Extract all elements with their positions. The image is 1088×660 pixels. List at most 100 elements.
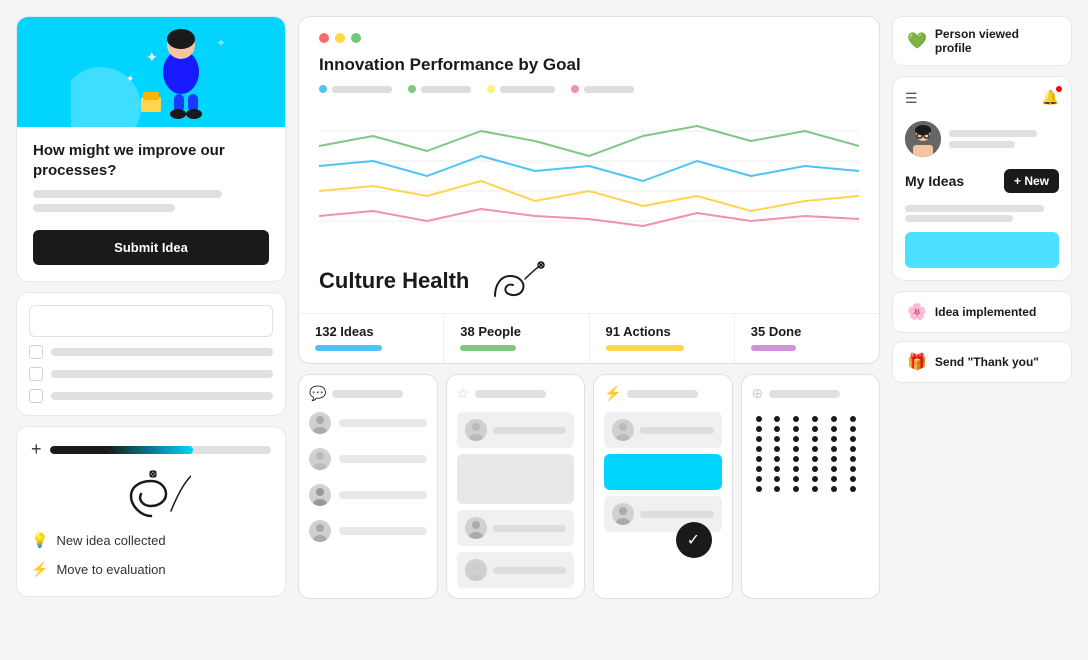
idea-ph-1a xyxy=(905,205,1044,212)
dot-1 xyxy=(756,416,762,422)
dot-18 xyxy=(850,436,856,442)
mini-card-text-2-3 xyxy=(493,567,567,574)
dot-7 xyxy=(756,426,762,432)
avatar-2-3 xyxy=(465,559,487,581)
legend-label-2 xyxy=(421,86,471,93)
avatar-3-2 xyxy=(612,503,634,525)
gift-icon: 🎁 xyxy=(907,352,927,372)
move-eval-label: Move to evaluation xyxy=(56,562,165,577)
center-panel: Innovation Performance by Goal xyxy=(298,16,880,644)
dot-42 xyxy=(850,476,856,482)
legend-dot-4 xyxy=(571,85,579,93)
dot-4 xyxy=(812,416,818,422)
legend-label-1 xyxy=(332,86,392,93)
dot-33 xyxy=(793,466,799,472)
bottom-cards-row: 💬 xyxy=(298,374,880,599)
metric-label-actions: 91 Actions xyxy=(606,324,718,339)
dot-24 xyxy=(850,446,856,452)
thank-you-banner[interactable]: 🎁 Send "Thank you" xyxy=(892,341,1072,383)
dot-39 xyxy=(793,476,799,482)
filter-row-1 xyxy=(29,345,273,359)
bell-container: 🔔 xyxy=(1042,89,1059,107)
dot-27 xyxy=(793,456,799,462)
comment-icon: 💬 xyxy=(309,385,326,402)
chart-area xyxy=(319,101,859,251)
legend-dot-3 xyxy=(487,85,495,93)
dot-41 xyxy=(831,476,837,482)
progress-track xyxy=(50,446,271,454)
dot-13 xyxy=(756,436,762,442)
scribble-area xyxy=(31,466,271,526)
star-icon: ☆ xyxy=(457,385,470,402)
widget-top-bar: ☰ 🔔 xyxy=(905,89,1059,107)
item-text-1-1 xyxy=(339,419,427,427)
progress-bar-container: + xyxy=(31,439,271,460)
filter-label-1 xyxy=(51,348,273,356)
chart-card-inner: Innovation Performance by Goal xyxy=(299,17,879,251)
new-idea-button[interactable]: + New xyxy=(1004,169,1059,193)
mini-card-text-2-2 xyxy=(493,525,567,532)
dot-22 xyxy=(812,446,818,452)
mini-card-2-1 xyxy=(457,412,575,448)
text-placeholder-1 xyxy=(33,190,222,198)
progress-section: + 💡 New idea collected xyxy=(16,426,286,597)
list-item-1-3 xyxy=(309,484,427,506)
window-dots xyxy=(319,33,859,43)
filter-input[interactable] xyxy=(29,305,273,337)
text-placeholder-2 xyxy=(33,204,175,212)
bottom-card-2: ☆ xyxy=(446,374,586,599)
left-panel: ✦ ✦ ✦ How might we improve our processes… xyxy=(16,16,286,644)
dot-21 xyxy=(793,446,799,452)
flower-icon: 🌸 xyxy=(907,302,927,322)
dot-48 xyxy=(850,486,856,492)
svg-text:✦: ✦ xyxy=(126,74,134,85)
dot-37 xyxy=(756,476,762,482)
bell-badge xyxy=(1056,86,1062,92)
new-idea-row: 💡 New idea collected xyxy=(31,526,271,555)
dot-38 xyxy=(774,476,780,482)
culture-health-section: Culture Health xyxy=(299,251,879,313)
bottom-card-title-ph-3 xyxy=(627,390,698,398)
dot-44 xyxy=(774,486,780,492)
list-item-1-2 xyxy=(309,448,427,470)
filter-checkbox-2[interactable] xyxy=(29,367,43,381)
legend-item-1 xyxy=(319,85,392,93)
dot-19 xyxy=(756,446,762,452)
mini-card-2-2 xyxy=(457,510,575,546)
metric-box-ideas: 132 Ideas xyxy=(299,314,444,363)
new-idea-label: New idea collected xyxy=(56,533,165,548)
idea-card-hero: ✦ ✦ ✦ xyxy=(17,17,285,127)
metric-label-done: 35 Done xyxy=(751,324,863,339)
my-ideas-widget: ☰ 🔔 xyxy=(892,76,1072,281)
widget-profile xyxy=(905,121,1059,157)
idea-implemented-banner[interactable]: 🌸 Idea implemented xyxy=(892,291,1072,333)
legend-dot-2 xyxy=(408,85,416,93)
window-dot-yellow xyxy=(335,33,345,43)
top-notif-text: Person viewed profile xyxy=(935,27,1057,55)
dot-46 xyxy=(812,486,818,492)
metric-bar-actions xyxy=(606,345,685,351)
chart-svg xyxy=(319,101,859,251)
card-list-3 xyxy=(604,412,722,532)
submit-idea-button[interactable]: Submit Idea xyxy=(33,230,269,265)
avatar-1-1 xyxy=(309,412,331,434)
filter-checkbox-3[interactable] xyxy=(29,389,43,403)
legend-item-2 xyxy=(408,85,471,93)
dot-5 xyxy=(831,416,837,422)
dot-3 xyxy=(793,416,799,422)
filter-checkbox-1[interactable] xyxy=(29,345,43,359)
bottom-card-title-ph-4 xyxy=(769,390,840,398)
ideas-list xyxy=(905,205,1059,268)
chart-card: Innovation Performance by Goal xyxy=(298,16,880,364)
card-image-ph-2 xyxy=(457,454,575,504)
dot-20 xyxy=(774,446,780,452)
dot-10 xyxy=(812,426,818,432)
legend-item-4 xyxy=(571,85,634,93)
move-eval-row: ⚡ Move to evaluation xyxy=(31,555,271,584)
avatar-1-3 xyxy=(309,484,331,506)
dot-2 xyxy=(774,416,780,422)
hamburger-icon[interactable]: ☰ xyxy=(905,90,918,107)
card-list-1 xyxy=(309,412,427,550)
dot-9 xyxy=(793,426,799,432)
bottom-card-title-ph-2 xyxy=(475,390,546,398)
